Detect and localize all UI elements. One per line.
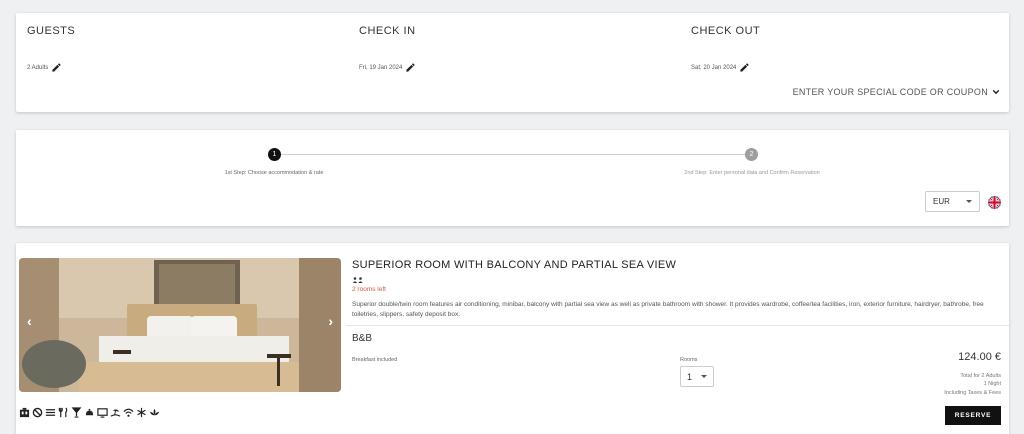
checkout-value: Sat, 20 Jan 2024	[691, 64, 737, 71]
room-photo-carousel[interactable]: ‹ ›	[19, 258, 341, 392]
air-conditioning-icon	[45, 409, 56, 416]
progress-track	[274, 154, 752, 155]
beach-icon	[110, 409, 121, 417]
rate-name: B&B	[352, 333, 373, 344]
amenities-list	[19, 407, 160, 418]
no-smoking-icon	[32, 407, 43, 418]
guests-value-row[interactable]: 2 Adults	[27, 62, 62, 73]
checkin-value-row[interactable]: Fri, 19 Jan 2024	[359, 62, 416, 73]
checkin-value: Fri, 19 Jan 2024	[359, 64, 403, 71]
rooms-select[interactable]: 1	[680, 366, 714, 387]
total-for: Total for 2 Adults	[960, 373, 1001, 379]
taxes-note: Including Taxes & Fees	[944, 390, 1001, 396]
bar-icon	[71, 407, 82, 418]
coupon-label: ENTER YOUR SPECIAL CODE OR COUPON	[792, 87, 988, 97]
checkout-field[interactable]: CHECK OUT Sat, 20 Jan 2024	[691, 25, 761, 72]
rooms-left-badge: 2 rooms left	[352, 286, 386, 293]
guests-field[interactable]: GUESTS 2 Adults	[27, 25, 76, 72]
caret-down-icon	[701, 375, 707, 378]
carousel-next-button[interactable]: ›	[328, 313, 333, 329]
currency-value: EUR	[933, 197, 950, 206]
snowflake-icon	[137, 407, 146, 418]
spa-icon	[149, 408, 160, 416]
edit-checkout-icon[interactable]	[739, 62, 750, 73]
guests-value: 2 Adults	[27, 64, 49, 71]
coupon-toggle[interactable]: ENTER YOUR SPECIAL CODE OR COUPON	[793, 87, 1000, 97]
checkout-label: CHECK OUT	[691, 25, 761, 37]
step-2-indicator: 2	[745, 148, 758, 161]
room-service-icon	[84, 408, 95, 416]
edit-guests-icon[interactable]	[51, 62, 62, 73]
uk-flag-icon[interactable]	[988, 196, 1001, 209]
divider	[346, 325, 1009, 326]
two-guests-icon	[352, 277, 363, 283]
tv-icon	[97, 408, 108, 418]
minibar-icon	[19, 407, 30, 418]
carousel-prev-button[interactable]: ‹	[27, 313, 32, 329]
step-1-indicator: 1	[268, 148, 281, 161]
wifi-icon	[123, 408, 134, 417]
rooms-select-value: 1	[687, 371, 693, 382]
checkin-field[interactable]: CHECK IN Fri, 19 Jan 2024	[359, 25, 416, 72]
checkout-value-row[interactable]: Sat, 20 Jan 2024	[691, 62, 750, 73]
checkin-label: CHECK IN	[359, 25, 416, 37]
room-title: SUPERIOR ROOM WITH BALCONY AND PARTIAL S…	[352, 259, 677, 271]
step-1-label: 1st Step: Choose accommodation & rate	[224, 170, 324, 176]
rooms-label: Rooms	[680, 357, 698, 363]
room-card: ‹ › SUPERIOR ROOM WITH BALCONY AND PARTI…	[16, 243, 1009, 434]
caret-down-icon	[966, 200, 972, 203]
reserve-button[interactable]: RESERVE	[945, 406, 1001, 425]
search-card: GUESTS 2 Adults CHECK IN Fri, 19 Jan 202…	[16, 13, 1009, 112]
steps-card: 1 2 1st Step: Choose accommodation & rat…	[16, 130, 1009, 226]
edit-checkin-icon[interactable]	[405, 62, 416, 73]
restaurant-icon	[58, 407, 68, 418]
currency-select[interactable]: EUR	[925, 191, 980, 212]
step-2-label: 2nd Step: Enter personal data and Confir…	[684, 170, 820, 176]
price: 124.00 €	[958, 351, 1001, 363]
nights: 1 Night	[983, 381, 1001, 387]
chevron-down-icon	[992, 89, 1000, 95]
guests-label: GUESTS	[27, 25, 76, 37]
room-description: Superior double/twin room features air c…	[352, 301, 984, 318]
board-info: Breakfast included	[352, 357, 398, 363]
room-photo	[19, 258, 341, 392]
